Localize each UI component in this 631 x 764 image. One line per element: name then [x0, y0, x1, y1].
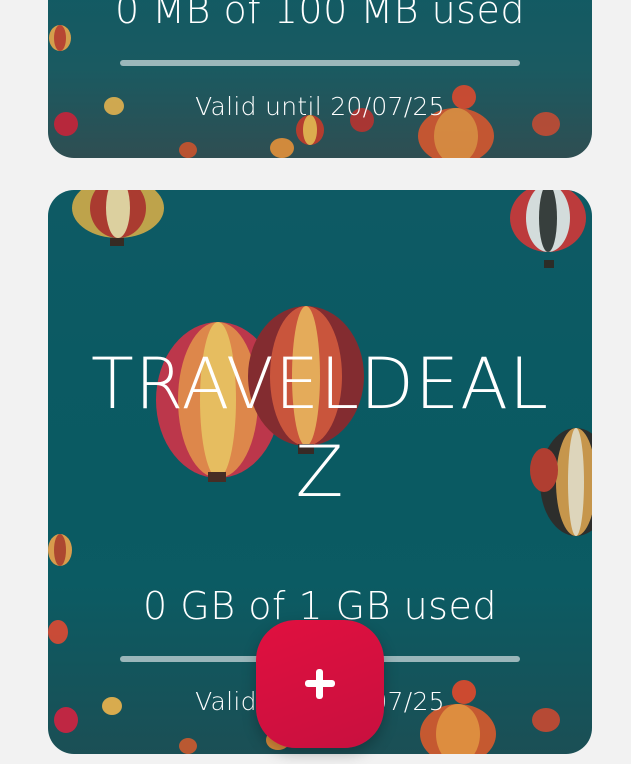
- add-plan-button[interactable]: [256, 620, 384, 748]
- usage-progress-bar: [120, 60, 520, 66]
- plus-icon: [305, 669, 335, 699]
- plan-name: TRAVELDEALZ: [90, 343, 550, 513]
- plans-screen: 0 MB of 100 MB used Valid until 20/07/25: [0, 0, 631, 764]
- plan-card[interactable]: 0 MB of 100 MB used Valid until 20/07/25: [48, 0, 592, 158]
- plan-usage-text: 0 MB of 100 MB used: [115, 0, 525, 32]
- plan-validity-text: Valid until 20/07/25: [195, 92, 445, 121]
